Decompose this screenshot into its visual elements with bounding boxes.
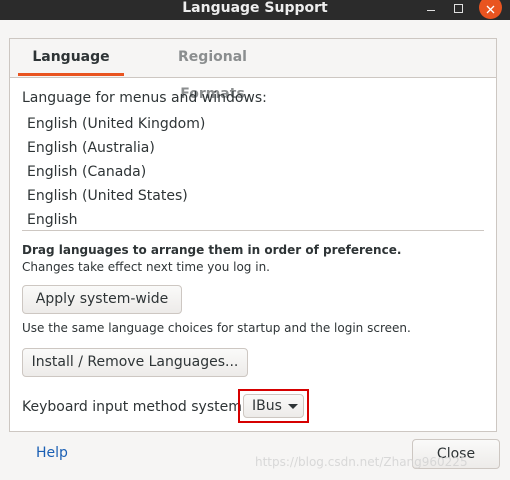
minimize-button[interactable] [420, 0, 442, 17]
watermark: https://blog.csdn.net/Zhang960225 [255, 455, 468, 469]
language-list[interactable]: English (United Kingdom) English (Austra… [22, 112, 484, 231]
list-item[interactable]: English (Australia) [22, 136, 484, 160]
install-remove-languages-button[interactable]: Install / Remove Languages... [22, 348, 248, 377]
maximize-button[interactable] [447, 0, 469, 17]
help-link[interactable]: Help [36, 445, 68, 461]
keyboard-input-value: IBus [252, 398, 282, 414]
list-item[interactable]: English [22, 208, 484, 232]
maximize-icon [453, 4, 463, 13]
list-item[interactable]: English (Canada) [22, 160, 484, 184]
minimize-icon [427, 10, 435, 11]
highlight-box: IBus [238, 389, 309, 423]
apply-system-wide-button[interactable]: Apply system-wide [22, 285, 182, 314]
keyboard-input-select[interactable]: IBus [243, 394, 304, 418]
notebook-panel: Language Regional Formats Language for m… [9, 38, 497, 432]
keyboard-input-label: Keyboard input method system: [22, 399, 247, 415]
tab-regional-formats[interactable]: Regional Formats [145, 39, 280, 102]
close-icon [486, 5, 495, 13]
menus-language-label: Language for menus and windows: [22, 90, 267, 106]
list-item[interactable]: English (United States) [22, 184, 484, 208]
tab-language[interactable]: Language [18, 39, 124, 76]
drag-hint-text: Changes take effect next time you log in… [22, 260, 270, 274]
window-titlebar: Language Support [0, 0, 510, 20]
startup-note: Use the same language choices for startu… [22, 321, 411, 335]
tab-bar: Language Regional Formats [10, 39, 496, 102]
drag-hint-title: Drag languages to arrange them in order … [22, 243, 402, 257]
chevron-down-icon [288, 404, 298, 409]
list-item[interactable]: English (United Kingdom) [22, 112, 484, 136]
